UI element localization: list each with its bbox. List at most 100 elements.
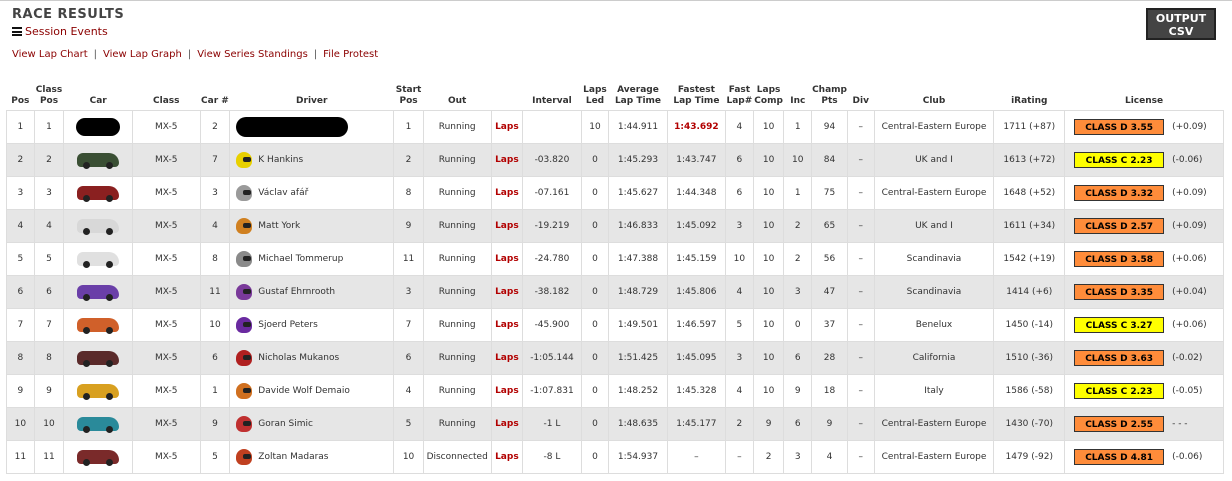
interval-cell xyxy=(522,110,582,144)
car-icon xyxy=(77,384,120,400)
driver-cell: Gustaf Ehrnrooth xyxy=(229,275,395,309)
class-cell: MX-5 xyxy=(131,374,201,408)
license-badge: CLASS D 3.63 xyxy=(1074,350,1165,366)
column-header-line1: Laps xyxy=(583,85,607,95)
driver-name[interactable]: Zoltan Madaras xyxy=(258,452,328,462)
license-change: (-0.06) xyxy=(1172,452,1203,462)
license-info: CLASS D 3.63 (-0.02) xyxy=(1066,350,1223,366)
driver-name[interactable]: Goran Simic xyxy=(258,419,313,429)
interval-cell: -07.161 xyxy=(522,176,582,210)
irating-cell: 1479 (-92) xyxy=(993,440,1066,474)
laps-link[interactable]: Laps xyxy=(490,143,524,177)
class-pos-cell: 7 xyxy=(33,308,65,342)
avg-lap-time-cell: 1:45.627 xyxy=(608,176,668,210)
laps-comp-cell: 10 xyxy=(752,143,785,177)
laps-link[interactable]: Laps xyxy=(490,308,524,342)
car-number-cell: 3 xyxy=(199,176,231,210)
laps-link[interactable]: Laps xyxy=(490,242,524,276)
driver-info: K Hankins xyxy=(231,152,393,168)
fastest-lap-time-cell: – xyxy=(666,440,727,474)
license-change: (-0.06) xyxy=(1172,155,1203,165)
avg-lap-time-cell: 1:54.937 xyxy=(608,440,668,474)
driver-name[interactable]: K Hankins xyxy=(258,155,303,165)
helmet-icon xyxy=(236,218,253,234)
view-series-standings-link[interactable]: View Series Standings xyxy=(197,49,308,60)
driver-name[interactable]: Sjoerd Peters xyxy=(258,320,317,330)
fastest-lap-time-cell: 1:45.328 xyxy=(666,374,727,408)
laps-link[interactable]: Laps xyxy=(490,110,524,144)
session-events-link[interactable]: Session Events xyxy=(12,25,108,38)
interval-cell: -45.900 xyxy=(522,308,582,342)
laps-link[interactable]: Laps xyxy=(490,407,524,441)
fastest-lap-time-cell: 1:45.806 xyxy=(666,275,727,309)
laps-link[interactable]: Laps xyxy=(490,275,524,309)
club-cell: Italy xyxy=(873,374,995,408)
laps-comp-cell: 10 xyxy=(752,110,785,144)
incidents-cell: 1 xyxy=(783,110,813,144)
view-lap-graph-link[interactable]: View Lap Graph xyxy=(103,49,182,60)
avg-lap-time-cell: 1:51.425 xyxy=(608,341,668,375)
driver-name[interactable]: Václav afář xyxy=(258,188,308,198)
column-header: Interval xyxy=(523,82,581,111)
out-cell: Running xyxy=(422,308,492,342)
license-change: (+0.09) xyxy=(1172,221,1207,231)
list-icon xyxy=(12,27,22,36)
laps-comp-cell: 10 xyxy=(752,209,785,243)
laps-link[interactable]: Laps xyxy=(490,440,524,474)
driver-cell: Sjoerd Peters xyxy=(229,308,395,342)
driver-cell: Goran Simic xyxy=(229,407,395,441)
laps-led-cell: 0 xyxy=(580,275,610,309)
car-icon xyxy=(77,219,120,235)
driver-name[interactable]: Nicholas Mukanos xyxy=(258,353,339,363)
column-header: Class Pos xyxy=(34,82,64,111)
car-cell xyxy=(63,341,133,375)
table-row: 11 11 MX-5 5 Zoltan Madaras 10 Disconnected Lap… xyxy=(6,440,1224,474)
car-icon xyxy=(77,417,120,433)
fast-lap-number-cell: 3 xyxy=(725,341,754,375)
view-lap-chart-link[interactable]: View Lap Chart xyxy=(12,49,88,60)
column-header-line2: Club xyxy=(922,96,946,106)
pos-cell: 5 xyxy=(6,242,35,276)
driver-name[interactable]: Davide Wolf Demaio xyxy=(258,386,350,396)
fast-lap-number-cell: 4 xyxy=(725,275,754,309)
license-badge: CLASS C 2.23 xyxy=(1074,152,1165,168)
laps-link[interactable]: Laps xyxy=(490,209,524,243)
club-cell: Central-Eastern Europe xyxy=(873,407,995,441)
pos-cell: 7 xyxy=(6,308,35,342)
division-cell: – xyxy=(846,275,875,309)
interval-cell: -1:05.144 xyxy=(522,341,582,375)
laps-led-cell: 0 xyxy=(580,341,610,375)
car-number-cell: 4 xyxy=(199,209,231,243)
output-csv-button[interactable]: OUTPUT CSV xyxy=(1146,8,1216,40)
session-events-label[interactable]: Session Events xyxy=(25,25,108,38)
driver-cell xyxy=(229,110,395,144)
club-cell: Benelux xyxy=(873,308,995,342)
driver-cell: Zoltan Madaras xyxy=(229,440,395,474)
driver-name[interactable]: Michael Tommerup xyxy=(258,254,343,264)
laps-link[interactable]: Laps xyxy=(490,374,524,408)
column-header: Laps Led xyxy=(581,82,609,111)
license-cell: CLASS D 2.57 (+0.09) xyxy=(1064,209,1224,243)
helmet-icon xyxy=(236,317,253,333)
club-cell: UK and I xyxy=(873,143,995,177)
driver-name[interactable]: Gustaf Ehrnrooth xyxy=(258,287,335,297)
table-row: 8 8 MX-5 6 Nicholas Mukanos 6 Running Laps -1:05… xyxy=(6,341,1224,375)
car-icon xyxy=(77,186,120,202)
incidents-cell: 3 xyxy=(783,440,813,474)
out-cell: Running xyxy=(422,407,492,441)
class-pos-cell: 1 xyxy=(33,110,65,144)
laps-led-cell: 0 xyxy=(580,242,610,276)
fast-lap-number-cell: 4 xyxy=(725,374,754,408)
laps-comp-cell: 10 xyxy=(752,176,785,210)
interval-cell: -1 L xyxy=(522,407,582,441)
file-protest-link[interactable]: File Protest xyxy=(323,49,378,60)
driver-name[interactable]: Matt York xyxy=(258,221,300,231)
incidents-cell: 1 xyxy=(783,176,813,210)
license-badge: CLASS D 4.81 xyxy=(1074,449,1165,465)
irating-cell: 1711 (+87) xyxy=(993,110,1066,144)
incidents-cell: 2 xyxy=(783,242,813,276)
license-badge: CLASS D 2.55 xyxy=(1074,416,1165,432)
laps-link[interactable]: Laps xyxy=(490,341,524,375)
driver-info: Gustaf Ehrnrooth xyxy=(231,284,393,300)
laps-link[interactable]: Laps xyxy=(490,176,524,210)
